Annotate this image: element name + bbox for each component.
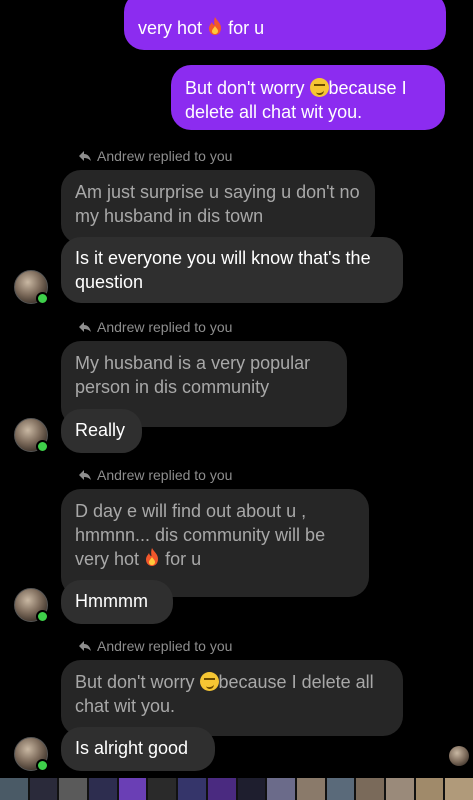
received-message-text: Really	[75, 420, 126, 440]
thumbnail[interactable]	[29, 778, 58, 800]
sent-message-text: But don't worry	[185, 78, 305, 98]
quoted-message-text: But don't worry	[75, 672, 195, 692]
received-message-bubble[interactable]: Really	[61, 409, 142, 453]
sent-message-bubble[interactable]: But don't worry because I delete all cha…	[171, 65, 445, 130]
thumbnail[interactable]	[267, 778, 295, 800]
quoted-message-text: Am just surprise u saying u don't no my …	[75, 182, 360, 226]
avatar[interactable]	[14, 737, 49, 772]
quoted-message[interactable]: Am just surprise u saying u don't no my …	[61, 170, 375, 244]
reply-arrow-icon	[79, 470, 91, 480]
thumbnail[interactable]	[207, 778, 236, 800]
received-message-bubble[interactable]: Is alright good	[61, 727, 215, 771]
received-message-text: Hmmmm	[75, 591, 148, 611]
received-message-bubble[interactable]: Is it everyone you will know that's the …	[61, 237, 403, 303]
sent-message-text: very hot	[138, 18, 203, 38]
smirk-emoji-icon	[199, 672, 219, 691]
quoted-message-text: My husband is a very popular person in d…	[75, 353, 311, 397]
reply-arrow-icon	[79, 151, 91, 161]
fire-emoji-icon	[209, 17, 222, 35]
reply-label: Andrew replied to you	[78, 637, 232, 655]
thumbnail[interactable]	[385, 778, 414, 800]
sent-message-text-cont: because I	[328, 78, 407, 98]
sent-message-text-end: for u	[228, 18, 265, 38]
thumbnail[interactable]	[148, 778, 177, 800]
reply-label: Andrew replied to you	[78, 318, 232, 336]
thumbnail[interactable]	[118, 778, 147, 800]
quoted-message-text-line: very hot	[75, 549, 140, 569]
sent-message-bubble[interactable]: very hot for u	[124, 0, 446, 50]
reply-arrow-icon	[79, 641, 91, 651]
reply-arrow-icon	[79, 322, 91, 332]
reply-label-text: Andrew replied to you	[97, 467, 233, 483]
received-message-text: Is alright good	[75, 738, 189, 758]
seen-avatar	[449, 746, 469, 766]
media-thumbnail-strip	[0, 778, 473, 800]
thumbnail[interactable]	[445, 778, 473, 800]
thumbnail[interactable]	[178, 778, 206, 800]
received-message-bubble[interactable]: Hmmmm	[61, 580, 173, 624]
smirk-emoji-icon	[309, 78, 329, 97]
avatar[interactable]	[14, 270, 49, 305]
quoted-message-text-end: for u	[165, 549, 202, 569]
thumbnail[interactable]	[415, 778, 444, 800]
sent-message-text-line2: delete all chat wit you.	[185, 102, 363, 122]
reply-label: Andrew replied to you	[78, 147, 232, 165]
avatar[interactable]	[14, 418, 49, 453]
thumbnail[interactable]	[356, 778, 384, 800]
quoted-message[interactable]: But don't worry because I delete all cha…	[61, 660, 403, 736]
reply-label-text: Andrew replied to you	[97, 319, 233, 335]
thumbnail[interactable]	[326, 778, 355, 800]
reply-label: Andrew replied to you	[78, 466, 232, 484]
thumbnail[interactable]	[237, 778, 266, 800]
received-message-text: Is it everyone you will know that's the …	[75, 248, 371, 292]
thumbnail[interactable]	[59, 778, 88, 800]
avatar[interactable]	[14, 588, 49, 623]
quoted-message-text: D day e will find out about u , hmmnn...…	[75, 501, 326, 545]
thumbnail[interactable]	[0, 778, 28, 800]
reply-label-text: Andrew replied to you	[97, 148, 233, 164]
reply-label-text: Andrew replied to you	[97, 638, 233, 654]
fire-emoji-icon	[146, 548, 159, 566]
thumbnail[interactable]	[296, 778, 325, 800]
thumbnail[interactable]	[89, 778, 117, 800]
